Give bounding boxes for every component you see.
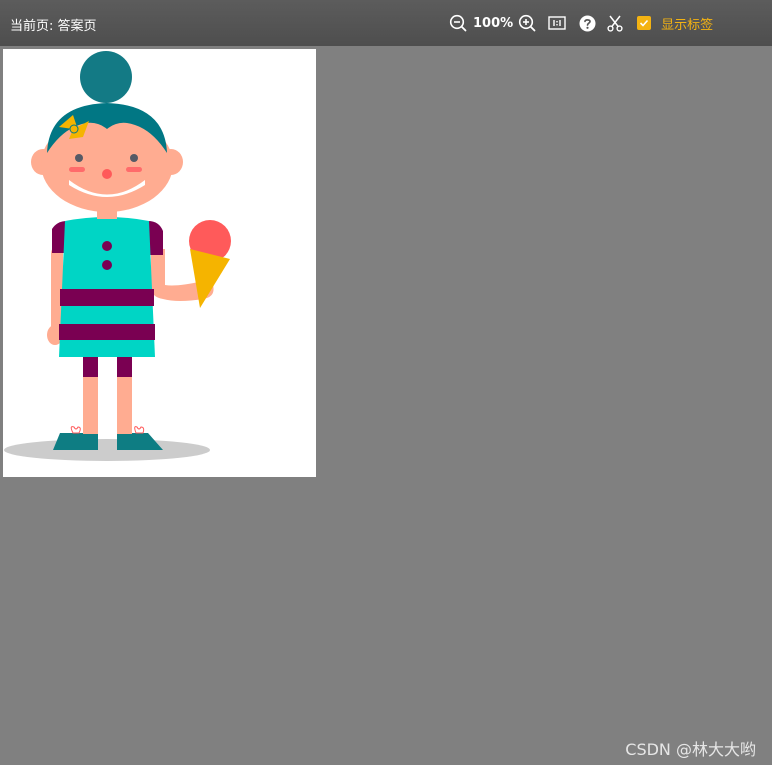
help-icon xyxy=(579,15,596,31)
left-shoe xyxy=(53,433,98,450)
shoe-bow-right xyxy=(134,426,145,434)
cut-button[interactable] xyxy=(605,13,625,33)
left-short xyxy=(83,357,98,377)
left-eye xyxy=(75,154,83,162)
show-labels-label: 显示标签 xyxy=(661,17,714,33)
toolbar: 当前页: 答案页 100% 显示标签 xyxy=(0,0,772,46)
help-button[interactable] xyxy=(577,13,597,33)
zoom-out-button[interactable] xyxy=(448,13,468,33)
dress-stripe-2 xyxy=(59,324,155,340)
checkmark-icon xyxy=(640,19,649,27)
right-leg xyxy=(117,374,132,434)
dress-button-1 xyxy=(102,241,112,251)
zoom-out-icon xyxy=(449,14,467,32)
shoe-bow-left xyxy=(70,426,81,434)
scissors-icon xyxy=(607,15,623,32)
hair-bow-knot xyxy=(69,124,79,134)
image-canvas[interactable] xyxy=(3,49,316,477)
toolbar-tools: 100% 显示标签 xyxy=(448,12,713,34)
girl-with-ice-cream-illustration xyxy=(4,51,231,461)
current-page-label: 当前页: 答案页 xyxy=(10,19,97,34)
watermark: CSDN @林大大哟 xyxy=(625,740,756,759)
right-short xyxy=(117,357,132,377)
actual-size-button[interactable] xyxy=(547,13,567,33)
right-eye xyxy=(130,154,138,162)
right-cheek xyxy=(126,167,142,172)
actual-size-icon xyxy=(548,16,566,30)
nose xyxy=(102,169,112,179)
show-labels-toggle[interactable]: 显示标签 xyxy=(637,14,713,33)
hair-bun xyxy=(80,51,132,103)
zoom-in-button[interactable] xyxy=(517,13,537,33)
left-leg xyxy=(83,374,98,434)
left-cheek xyxy=(69,167,85,172)
zoom-level: 100% xyxy=(473,15,514,31)
dress-button-2 xyxy=(102,260,112,270)
ground-shadow xyxy=(4,439,210,461)
zoom-in-icon xyxy=(519,14,536,32)
dress-stripe-1 xyxy=(60,289,154,306)
show-labels-checkbox[interactable] xyxy=(637,16,652,30)
